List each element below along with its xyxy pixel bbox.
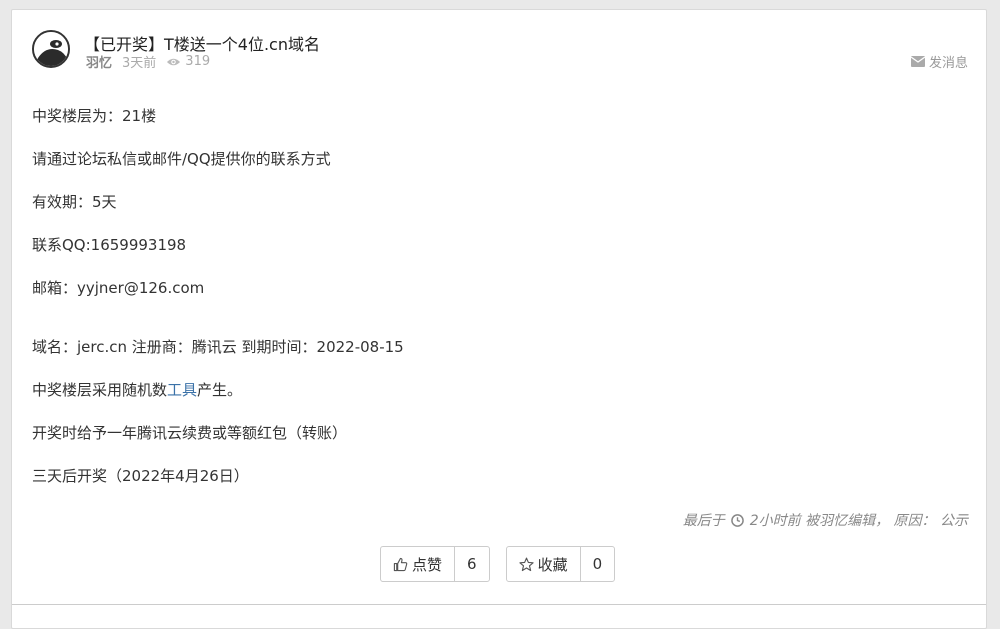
content-line: 邮箱：yyjner@126.com — [32, 279, 205, 297]
like-count: 6 — [454, 547, 489, 581]
content-line: 请通过论坛私信或邮件/QQ提供你的联系方式 — [32, 150, 331, 168]
post-time: 3天前 — [122, 56, 157, 71]
avatar[interactable] — [32, 30, 70, 68]
author-name[interactable]: 羽忆 — [86, 52, 112, 71]
thumbs-up-icon — [393, 557, 408, 571]
edit-note: 最后于 2小时前 被羽忆编辑， 原因： 公示 — [683, 510, 968, 530]
panda-avatar-icon — [34, 32, 68, 66]
content-text: 中奖楼层采用随机数 — [32, 381, 168, 399]
send-message-button[interactable]: 发消息 — [910, 52, 968, 71]
star-icon — [518, 557, 534, 571]
like-button[interactable]: 点赞 6 — [380, 546, 490, 582]
content-text: 产生。 — [197, 381, 243, 399]
content-line: 三天后开奖（2022年4月26日） — [32, 467, 249, 485]
like-label-wrap: 点赞 — [381, 547, 454, 581]
view-count: 319 — [166, 54, 210, 69]
favorite-label-wrap: 收藏 — [507, 547, 580, 581]
send-message-label: 发消息 — [928, 56, 968, 71]
favorite-label: 收藏 — [537, 555, 568, 574]
content-line: 联系QQ:1659993198 — [32, 236, 187, 254]
content-line: 域名：jerc.cn 注册商：腾讯云 到期时间：2022-08-15 — [32, 338, 404, 356]
envelope-icon — [910, 56, 925, 67]
edit-note-detail: 2小时前 被羽忆编辑， 原因： 公示 — [749, 513, 968, 529]
edit-note-prefix: 最后于 — [682, 513, 725, 529]
divider — [12, 604, 986, 605]
content-line: 中奖楼层采用随机数工具产生。 — [32, 379, 962, 422]
favorite-count: 0 — [579, 547, 615, 581]
content-line: 有效期：5天 — [32, 193, 117, 211]
content-line: 开奖时给予一年腾讯云续费或等额红包（转账） — [32, 424, 348, 442]
eye-icon — [167, 58, 181, 65]
post-card: 【已开奖】T楼送一个4位.cn域名 羽忆 3天前 319 发消息 中奖楼层为：2… — [11, 9, 987, 629]
favorite-button[interactable]: 收藏 0 — [505, 546, 616, 582]
view-count-value: 319 — [185, 54, 211, 69]
content-line: 中奖楼层为：21楼 — [32, 107, 157, 125]
post-actions: 点赞 6 收藏 0 — [380, 546, 616, 582]
clock-icon — [730, 513, 744, 527]
post-meta: 羽忆 3天前 319 — [86, 52, 210, 71]
post-content: 中奖楼层为：21楼 请通过论坛私信或邮件/QQ提供你的联系方式 有效期：5天 联… — [32, 105, 962, 508]
like-label: 点赞 — [412, 555, 443, 574]
tool-link[interactable]: 工具 — [167, 381, 197, 399]
